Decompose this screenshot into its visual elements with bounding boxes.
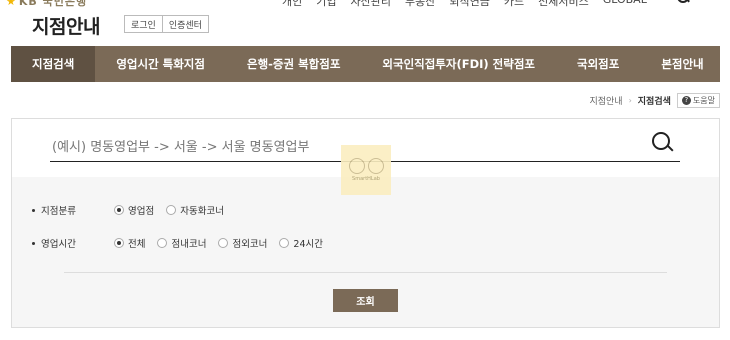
filter-label: 영업시간 — [32, 236, 114, 250]
top-utility-bar: ★KB 국민은행 개인 기업 자산관리 부동산 퇴직연금 카드 전체서비스 GL… — [0, 0, 730, 9]
tab-overseas[interactable]: 국외점포 — [556, 46, 640, 82]
radio-label: 전체 — [128, 239, 146, 250]
watermark-text: SmartHLab — [352, 176, 380, 182]
main-nav: 지점검색 영업시간 특화지점 은행-증권 복합점포 외국인직접투자(FDI) 전… — [11, 46, 720, 82]
search-icon[interactable] — [676, 0, 690, 7]
radio-label: 자동화코너 — [180, 206, 224, 217]
page-title: 지점안내 — [32, 16, 100, 38]
radio-label: 점내코너 — [171, 239, 207, 250]
util-link-all-services[interactable]: 전체서비스 — [538, 0, 589, 9]
radio-unchecked-icon[interactable] — [218, 238, 229, 248]
util-link-wealth[interactable]: 자산관리 — [351, 0, 391, 9]
hours-label: 영업시간 — [41, 239, 76, 250]
star-icon: ★ — [6, 0, 17, 8]
radio-indoor[interactable]: 점내코너 — [157, 236, 206, 250]
bullet-icon — [32, 241, 35, 245]
bank-logo[interactable]: ★ KB 국민은행 — [6, 0, 87, 9]
util-link-pension[interactable]: 퇴직연금 — [449, 0, 489, 9]
branch-type-label: 지점분류 — [41, 206, 76, 217]
watermark-logo: SmartHLab — [341, 145, 391, 195]
auth-buttons: 로그인 인증센터 — [124, 15, 209, 33]
filter-row-branch-type: 지점분류 영업점 자동화코너 — [32, 203, 236, 217]
utility-links: 개인 기업 자산관리 부동산 퇴직연금 카드 전체서비스 GLOBAL — [282, 0, 647, 9]
logo-text: KB 국민은행 — [18, 0, 88, 8]
breadcrumb: 지점안내 › 지점검색 ? 도움말 — [589, 93, 720, 108]
help-button[interactable]: ? 도움말 — [676, 93, 720, 108]
radio-checked-icon[interactable] — [114, 238, 124, 248]
filter-row-hours: 영업시간 전체 점내코너 점외코너 24시간 — [32, 236, 335, 250]
tab-head-office[interactable]: 본점안내 — [640, 46, 724, 82]
search-submit-button[interactable]: 조회 — [333, 289, 398, 312]
radio-outdoor[interactable]: 점외코너 — [218, 236, 267, 250]
utility-icons — [676, 0, 720, 7]
breadcrumb-current: 지점검색 — [637, 97, 671, 107]
divider — [64, 272, 667, 273]
radio-label: 점외코너 — [232, 239, 268, 250]
breadcrumb-separator: › — [628, 96, 632, 105]
menu-icon[interactable] — [706, 0, 720, 7]
tab-bank-securities[interactable]: 은행-증권 복합점포 — [226, 46, 361, 82]
search-icon[interactable] — [652, 132, 674, 154]
question-icon: ? — [681, 96, 691, 105]
util-link-global[interactable]: GLOBAL — [603, 0, 647, 9]
breadcrumb-parent[interactable]: 지점안내 — [589, 94, 622, 107]
page: ★KB 국민은행 개인 기업 자산관리 부동산 퇴직연금 카드 전체서비스 GL… — [0, 0, 730, 340]
bullet-icon — [32, 208, 35, 212]
radio-label: 24시간 — [293, 239, 323, 250]
glasses-icon — [348, 158, 384, 174]
radio-label: 영업점 — [128, 206, 155, 217]
radio-unchecked-icon[interactable] — [157, 238, 168, 248]
util-link-card[interactable]: 카드 — [504, 0, 524, 9]
cert-center-button[interactable]: 인증센터 — [162, 15, 209, 33]
radio-unchecked-icon[interactable] — [279, 238, 290, 248]
radio-unchecked-icon[interactable] — [166, 205, 177, 215]
util-link-corporate[interactable]: 기업 — [316, 0, 336, 9]
filter-label: 지점분류 — [32, 203, 114, 217]
radio-atm-corner[interactable]: 자동화코너 — [166, 203, 224, 217]
help-label: 도움말 — [692, 96, 715, 105]
util-link-realestate[interactable]: 부동산 — [405, 0, 435, 9]
radio-all[interactable]: 전체 — [114, 236, 145, 250]
radio-checked-icon[interactable] — [114, 205, 124, 215]
radio-branch[interactable]: 영업점 — [114, 203, 154, 217]
tab-fdi-branches[interactable]: 외국인직접투자(FDI) 전략점포 — [361, 46, 556, 82]
search-panel: SmartHLab 지점분류 영업점 자동화코너 영업시간 전체 점내코너 점외… — [11, 118, 720, 328]
tab-special-hours[interactable]: 영업시간 특화지점 — [95, 46, 226, 82]
util-link-personal[interactable]: 개인 — [282, 0, 302, 9]
radio-24h[interactable]: 24시간 — [279, 236, 323, 250]
tab-branch-search[interactable]: 지점검색 — [11, 46, 96, 82]
login-button[interactable]: 로그인 — [124, 15, 163, 33]
